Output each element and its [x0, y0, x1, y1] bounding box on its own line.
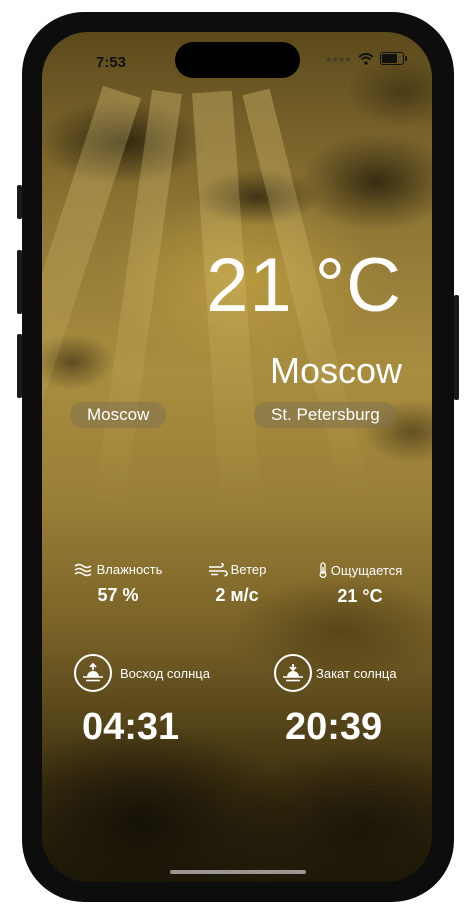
feels-like-value: 21 °C — [337, 586, 383, 606]
wind-label: Ветер — [230, 562, 267, 577]
sunset-time: 20:39 — [285, 706, 383, 748]
volume-down-button — [17, 334, 22, 398]
thermometer-icon — [319, 562, 327, 578]
sunrise-label: Восход солнца — [120, 665, 210, 681]
home-indicator[interactable] — [170, 870, 306, 874]
feels-like-metric: Ощущается 21 °C — [314, 562, 406, 607]
action-button — [17, 185, 22, 219]
dynamic-island — [175, 42, 300, 78]
city-name: Moscow — [269, 350, 402, 391]
sunset-icon — [274, 654, 312, 692]
power-button — [454, 295, 459, 400]
weather-screen: 7:53 ●●●● 21 °C Moscow Moscow St. Peters… — [42, 32, 432, 882]
humidity-label: Влажность — [96, 562, 163, 577]
battery-fill — [382, 54, 397, 63]
wind-value: 2 м/с — [215, 585, 259, 605]
sunrise-time: 04:31 — [82, 706, 180, 748]
wind-metric: Ветер 2 м/с — [202, 562, 272, 606]
status-icons: ●●●● — [326, 52, 407, 65]
humidity-metric: Влажность 57 % — [72, 562, 164, 606]
sunrise-icon — [74, 654, 112, 692]
wifi-icon — [358, 52, 374, 65]
sunrise-header: Восход солнца — [74, 654, 210, 692]
battery-icon — [380, 52, 407, 65]
sunset-header: Закат солнца — [274, 654, 397, 692]
city-chip-moscow[interactable]: Moscow — [70, 402, 167, 428]
signal-icon: ●●●● — [326, 53, 352, 64]
status-time: 7:53 — [96, 54, 127, 71]
wave-icon — [74, 563, 92, 576]
volume-up-button — [17, 250, 22, 314]
sunset-label: Закат солнца — [316, 665, 397, 681]
feels-like-label: Ощущается — [330, 562, 403, 578]
humidity-value: 57 % — [97, 585, 139, 605]
wind-icon — [208, 562, 228, 576]
temperature: 21 °C — [206, 243, 402, 328]
city-chip-st-petersburg[interactable]: St. Petersburg — [254, 402, 397, 428]
